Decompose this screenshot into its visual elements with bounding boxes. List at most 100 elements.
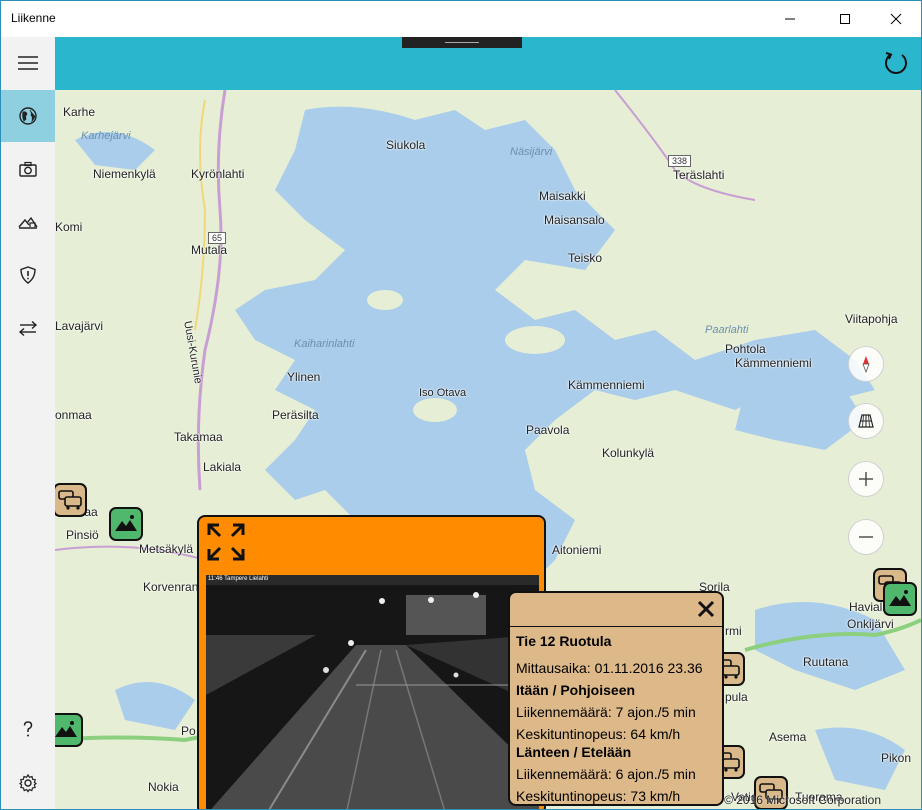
- sidebar-item-cameras[interactable]: [1, 143, 55, 195]
- sidebar-item-flow[interactable]: [1, 302, 55, 354]
- station-title: Tie 12 Ruotula: [516, 633, 612, 649]
- camera-marker[interactable]: [55, 713, 83, 747]
- swap-arrows-icon: [18, 320, 38, 337]
- gear-icon: [19, 773, 37, 793]
- camera-scene: [206, 575, 539, 809]
- drag-handle[interactable]: [402, 37, 522, 48]
- place-label: Teisko: [568, 251, 603, 265]
- place-label: Peräsilta: [272, 408, 319, 422]
- sidebar-item-weather[interactable]: [1, 196, 55, 248]
- place-label: Lavajärvi: [55, 319, 104, 333]
- close-icon: [890, 13, 902, 25]
- traffic-volume: Liikennemäärä: 6 ajon./5 min: [516, 766, 696, 782]
- camera-caption: 11:46 Tampere Lielahti: [208, 576, 269, 582]
- camera-popup: 11:46 Tampere Lielahti: [197, 515, 546, 809]
- place-label: Karhe: [63, 105, 96, 119]
- place-label: Maisakki: [539, 189, 586, 203]
- refresh-icon[interactable]: [883, 50, 909, 76]
- hamburger-menu-button[interactable]: [1, 37, 55, 89]
- station-popup: Tie 12 Ruotula Mittausaika: 01.11.2016 2…: [508, 591, 724, 806]
- weather-icon: [18, 216, 38, 229]
- place-label: Komi: [55, 220, 83, 234]
- place-label: Pinsiö: [66, 528, 99, 542]
- place-label: Kämmenniemi: [568, 378, 645, 392]
- place-label: Kolunkylä: [602, 446, 655, 460]
- traffic-station-marker[interactable]: [55, 483, 87, 517]
- map-copyright: © 2016 Microsoft Corporation: [724, 793, 881, 807]
- title-bar[interactable]: Liikenne: [1, 1, 921, 37]
- minimize-icon: [785, 18, 795, 20]
- place-label: Siukola: [386, 138, 426, 152]
- water-label: Kaiharinlahti: [294, 338, 355, 350]
- camera-marker[interactable]: [109, 507, 143, 541]
- shield-icon: [20, 266, 36, 284]
- place-label: Lakiala: [203, 460, 242, 474]
- close-button[interactable]: [873, 1, 919, 37]
- camera-image[interactable]: 11:46 Tampere Lielahti: [206, 575, 539, 809]
- sidebar-item-map[interactable]: [1, 90, 55, 142]
- place-label: onmaa: [55, 408, 92, 422]
- place-label: Aitoniemi: [552, 543, 602, 557]
- water-label: Karhejärvi: [81, 130, 131, 142]
- direction-heading: Itään / Pohjoiseen: [516, 682, 636, 698]
- place-label: pula: [725, 690, 748, 704]
- handle-grip: [445, 42, 479, 43]
- place-label: Pohtola: [725, 342, 766, 356]
- place-label: Nokia: [148, 780, 179, 794]
- camera-marker-icon: [55, 721, 77, 737]
- place-label: Ylinen: [287, 370, 321, 384]
- sidebar-item-settings[interactable]: [1, 757, 55, 809]
- place-label: Niemenkylä: [93, 167, 156, 181]
- sidebar: [1, 37, 55, 809]
- place-label: Teräslahti: [673, 168, 725, 182]
- globe-icon: [19, 107, 37, 125]
- route-shield: 65: [208, 232, 227, 244]
- close-x-icon[interactable]: [697, 600, 715, 618]
- route-shield: 338: [668, 155, 692, 167]
- direction-heading: Länteen / Etelään: [516, 744, 632, 760]
- maximize-button[interactable]: [822, 1, 868, 37]
- traffic-station-icon: [58, 490, 82, 510]
- minus-icon: [859, 536, 873, 538]
- plus-icon: [859, 472, 873, 486]
- place-label: Metsäkylä: [139, 542, 194, 556]
- place-label: Pikon: [881, 751, 912, 765]
- hamburger-icon: [18, 56, 38, 70]
- zoom-in-button[interactable]: [848, 461, 884, 497]
- place-label: Asema: [769, 730, 807, 744]
- place-label: Viitapohja: [845, 312, 898, 326]
- place-label: Po: [181, 724, 196, 738]
- place-label: Paavola: [526, 423, 570, 437]
- app-window: Liikenne Karhe Niemenkylä Kyrönlahti Kom…: [0, 0, 922, 810]
- help-icon: [23, 721, 33, 737]
- traffic-volume: Liikennemäärä: 7 ajon./5 min: [516, 704, 696, 720]
- water-label: Näsijärvi: [510, 146, 553, 158]
- top-toolbar: [55, 37, 921, 90]
- zoom-out-button[interactable]: [848, 519, 884, 555]
- place-label: Onkijärvi: [847, 617, 894, 631]
- maximize-icon: [840, 14, 850, 24]
- tilt-view-icon: [858, 414, 874, 428]
- place-label: Iso Otava: [419, 387, 467, 399]
- sidebar-item-safety[interactable]: [1, 249, 55, 301]
- place-label: Ruutana: [803, 655, 849, 669]
- place-label: Takamaa: [174, 430, 223, 444]
- place-label: Kyrönlahti: [191, 167, 245, 181]
- place-label: Mutala: [191, 243, 228, 257]
- measure-time: Mittausaika: 01.11.2016 23.36: [516, 660, 703, 676]
- expand-icon[interactable]: [207, 523, 245, 561]
- tilt-view-button[interactable]: [848, 403, 884, 439]
- popup-divider: [510, 626, 722, 627]
- compass-button[interactable]: [848, 346, 884, 382]
- camera-marker-icon: [115, 515, 137, 531]
- camera-icon: [19, 161, 37, 177]
- camera-marker-icon: [889, 590, 911, 606]
- minimize-button[interactable]: [767, 1, 813, 37]
- place-label: Maisansalo: [544, 213, 605, 227]
- camera-marker[interactable]: [883, 582, 917, 616]
- water-label: Paarlahti: [705, 324, 749, 336]
- average-speed: Keskituntinopeus: 73 km/h: [516, 788, 681, 804]
- place-label: rmi: [725, 624, 742, 638]
- sidebar-item-help[interactable]: [1, 703, 55, 755]
- average-speed: Keskituntinopeus: 64 km/h: [516, 726, 681, 742]
